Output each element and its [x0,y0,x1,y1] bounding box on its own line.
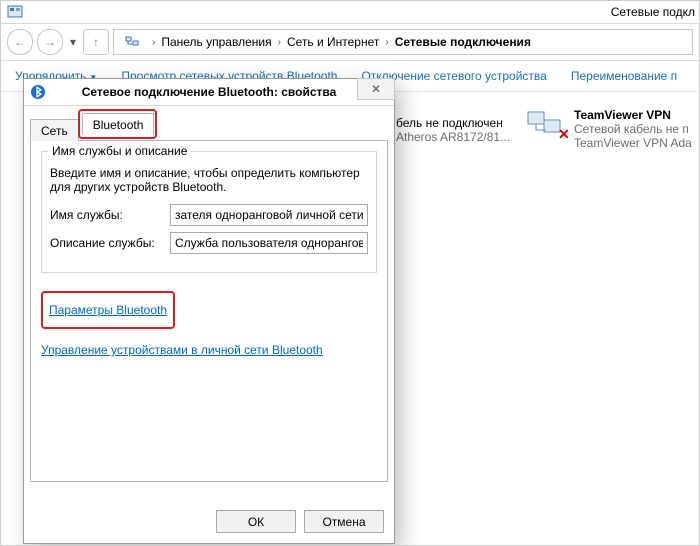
error-x-icon: ✕ [558,126,570,143]
service-name-row: Имя службы: [50,204,368,226]
group-title: Имя службы и описание [48,144,191,158]
ok-button[interactable]: ОК [216,510,296,533]
vpn-name: TeamViewer VPN [574,108,692,122]
close-icon: ✕ [371,82,381,96]
rename-connection[interactable]: Переименование п [571,69,677,83]
group-description: Введите имя и описание, чтобы определить… [50,166,368,194]
network-icon [124,34,140,50]
tab-panel: Имя службы и описание Введите имя и опис… [30,140,388,482]
service-desc-row: Описание службы: [50,232,368,254]
network-adapter-icon: ✕ [526,108,564,138]
properties-dialog: Сетевое подключение Bluetooth: свойства … [23,78,395,544]
dialog-titlebar: Сетевое подключение Bluetooth: свойства … [24,79,394,106]
explorer-window: Сетевые подкл ← → ▾ ↑ › Панель управлени… [0,0,700,546]
arrow-up-icon: ↑ [93,35,99,49]
network-item-vpn[interactable]: ✕ TeamViewer VPN Сетевой кабель не п Tea… [526,108,692,150]
tab-strip: Сеть Bluetooth [24,106,394,140]
navbar: ← → ▾ ↑ › Панель управления› Сеть и Инте… [1,24,699,61]
highlight-box: Параметры Bluetooth [41,291,175,329]
titlebar: Сетевые подкл [1,1,699,24]
service-name-input[interactable] [170,204,368,226]
close-button[interactable]: ✕ [357,78,395,100]
vpn-adapter: TeamViewer VPN Ada [574,136,692,150]
window-title: Сетевые подкл [611,5,699,19]
service-group: Имя службы и описание Введите имя и опис… [41,151,377,273]
chevron-right-icon: › [150,37,157,48]
dialog-title: Сетевое подключение Bluetooth: свойства [30,85,388,99]
tab-bluetooth[interactable]: Bluetooth [82,113,155,135]
control-panel-icon [7,4,23,20]
chevron-right-icon: › [383,37,390,48]
status-text: бель не подключен [396,116,510,130]
breadcrumb-seg[interactable]: Сеть и Интернет› [287,35,391,49]
content-area: бель не подключен Atheros AR8172/81... ✕… [1,92,699,546]
chevron-right-icon: › [276,37,283,48]
manage-devices-link[interactable]: Управление устройствами в личной сети Bl… [41,343,323,357]
links-area: Параметры Bluetooth Управление устройств… [41,291,377,363]
service-name-label: Имя службы: [50,208,162,222]
service-desc-label: Описание службы: [50,236,162,250]
breadcrumb-seg[interactable]: Панель управления› [161,35,283,49]
service-desc-input[interactable] [170,232,368,254]
arrow-left-icon: ← [14,35,26,49]
back-button[interactable]: ← [7,29,33,55]
cancel-button[interactable]: Отмена [304,510,384,533]
adapter-text: Atheros AR8172/81... [396,130,510,144]
arrow-right-icon: → [44,35,56,49]
forward-button[interactable]: → [37,29,63,55]
up-button[interactable]: ↑ [83,29,109,55]
dialog-buttons: ОК Отмена [216,510,384,533]
vpn-status: Сетевой кабель не п [574,122,692,136]
bluetooth-params-link[interactable]: Параметры Bluetooth [49,303,167,317]
address-bar[interactable]: › Панель управления› Сеть и Интернет› Се… [113,29,693,55]
highlight-box: Bluetooth [78,109,158,139]
breadcrumb-seg[interactable]: Сетевые подключения [395,35,531,49]
tab-network[interactable]: Сеть [30,119,79,141]
chevron-down-icon[interactable]: ▾ [67,30,79,54]
